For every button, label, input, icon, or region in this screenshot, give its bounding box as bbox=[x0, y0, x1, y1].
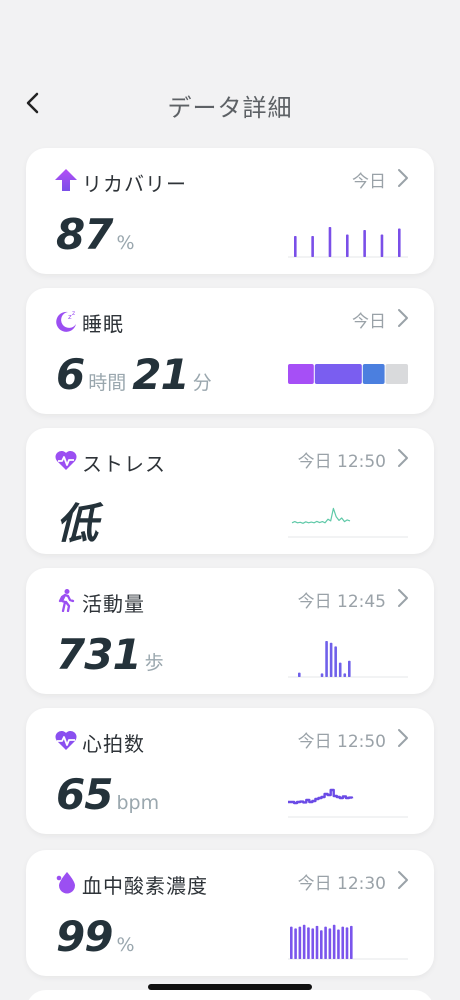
card-title: 睡眠 bbox=[82, 312, 124, 336]
card-title: 活動量 bbox=[82, 592, 145, 616]
chart-bar bbox=[343, 673, 347, 677]
card-time: 今日 bbox=[352, 312, 386, 332]
walking-person-icon bbox=[58, 589, 75, 612]
chart-bar bbox=[320, 930, 323, 959]
chevron-right-icon[interactable] bbox=[396, 587, 410, 609]
sleep-minutes: 21 bbox=[132, 350, 189, 399]
activity-chart bbox=[288, 641, 408, 678]
chart-bar bbox=[320, 673, 324, 677]
activity-value: 731 bbox=[56, 630, 142, 679]
chart-bar bbox=[329, 642, 333, 677]
chart-bar bbox=[324, 926, 327, 959]
header: データ詳細 bbox=[0, 78, 460, 128]
card-time: 今日 12:45 bbox=[297, 592, 386, 612]
sleep-card[interactable]: z z 睡眠 今日 6 時間 21 分 bbox=[26, 288, 434, 414]
value-row: 87% bbox=[56, 210, 141, 259]
chart-bar bbox=[290, 926, 293, 959]
spo2-card[interactable]: 血中酸素濃度 今日 12:30 99% bbox=[26, 850, 434, 976]
recovery-value: 87 bbox=[56, 210, 113, 259]
sleep-segment-light bbox=[314, 364, 362, 384]
chart-bar bbox=[363, 230, 366, 257]
chart-bar bbox=[328, 227, 332, 257]
card-title: 心拍数 bbox=[82, 732, 145, 756]
chart-bar bbox=[380, 234, 384, 257]
arrow-up-icon bbox=[55, 169, 77, 191]
card-title: リカバリー bbox=[82, 172, 187, 196]
chart-bar bbox=[315, 925, 319, 959]
chart-bar bbox=[346, 234, 349, 257]
value-row: 65 bpm bbox=[56, 770, 165, 819]
chart-bar bbox=[298, 672, 301, 677]
chart-bar bbox=[325, 641, 328, 677]
heart-rate-value: 65 bbox=[56, 770, 113, 819]
chart-bar bbox=[348, 660, 351, 677]
sleep-chart bbox=[288, 364, 408, 384]
spo2-unit: % bbox=[116, 934, 135, 956]
sleep-segment-other bbox=[385, 364, 408, 384]
chevron-right-icon[interactable] bbox=[396, 447, 410, 469]
card-title: ストレス bbox=[82, 452, 166, 476]
card-time: 今日 12:30 bbox=[297, 874, 386, 894]
recovery-chart bbox=[288, 227, 408, 258]
heart-rate-unit: bpm bbox=[116, 792, 160, 814]
chart-bar bbox=[311, 236, 314, 257]
chevron-right-icon[interactable] bbox=[396, 727, 410, 749]
sleep-hours: 6 bbox=[56, 350, 85, 399]
sleep-segment-deep bbox=[362, 364, 385, 384]
spo2-value: 99 bbox=[56, 912, 113, 961]
heart-pulse-icon bbox=[55, 450, 77, 470]
value-row: 99% bbox=[56, 912, 141, 961]
value-row: 6 時間 21 分 bbox=[56, 350, 218, 399]
chart-bar bbox=[294, 236, 297, 257]
card-time: 今日 12:50 bbox=[297, 452, 386, 472]
chart-bar bbox=[311, 928, 315, 959]
recovery-unit: % bbox=[116, 232, 135, 254]
card-time: 今日 12:50 bbox=[297, 732, 386, 752]
value-row: 低 bbox=[56, 490, 98, 551]
chart-bar bbox=[294, 928, 297, 959]
recovery-card[interactable]: リカバリー 今日 87% bbox=[26, 148, 434, 274]
stress-card[interactable]: ストレス 今日 12:50 低 bbox=[26, 428, 434, 554]
stress-value: 低 bbox=[56, 499, 98, 548]
spo2-chart bbox=[288, 924, 408, 960]
sleep-segment-awake bbox=[288, 364, 314, 384]
activity-unit: 歩 bbox=[144, 652, 164, 674]
page-title: データ詳細 bbox=[167, 94, 293, 122]
activity-card[interactable]: 活動量 今日 12:45 731 歩 bbox=[26, 568, 434, 694]
chart-bar bbox=[334, 646, 337, 677]
chart-bar bbox=[298, 926, 302, 959]
chart-series-line bbox=[291, 507, 351, 524]
chevron-right-icon[interactable] bbox=[396, 167, 410, 189]
svg-text:z: z bbox=[72, 310, 75, 317]
chart-bar bbox=[338, 662, 342, 677]
chart-bar bbox=[337, 929, 340, 959]
value-row: 731 歩 bbox=[56, 630, 170, 679]
chart-bar bbox=[328, 928, 332, 959]
chart-bar bbox=[350, 925, 353, 959]
chart-series-line bbox=[288, 788, 354, 805]
card-time: 今日 bbox=[352, 172, 386, 192]
chart-bar bbox=[302, 924, 306, 959]
heart-rate-card[interactable]: 心拍数 今日 12:50 65 bpm bbox=[26, 708, 434, 834]
chart-bar bbox=[341, 926, 345, 959]
moon-zz-icon: z z bbox=[56, 310, 76, 332]
heart-rate-chart bbox=[288, 788, 408, 818]
chart-bar bbox=[345, 927, 349, 959]
heart-pulse-icon bbox=[55, 730, 77, 750]
drop-icon bbox=[56, 872, 75, 894]
chart-bar bbox=[307, 927, 310, 959]
stress-chart bbox=[288, 507, 408, 538]
chart-bar bbox=[398, 228, 401, 257]
chart-bar bbox=[332, 924, 336, 959]
sleep-minutes-unit: 分 bbox=[192, 372, 212, 394]
card-title: 血中酸素濃度 bbox=[82, 874, 208, 898]
chevron-right-icon[interactable] bbox=[396, 307, 410, 329]
chevron-right-icon[interactable] bbox=[396, 869, 410, 891]
next-card[interactable] bbox=[26, 990, 434, 1000]
sleep-hours-unit: 時間 bbox=[88, 372, 127, 394]
home-indicator bbox=[148, 984, 312, 990]
